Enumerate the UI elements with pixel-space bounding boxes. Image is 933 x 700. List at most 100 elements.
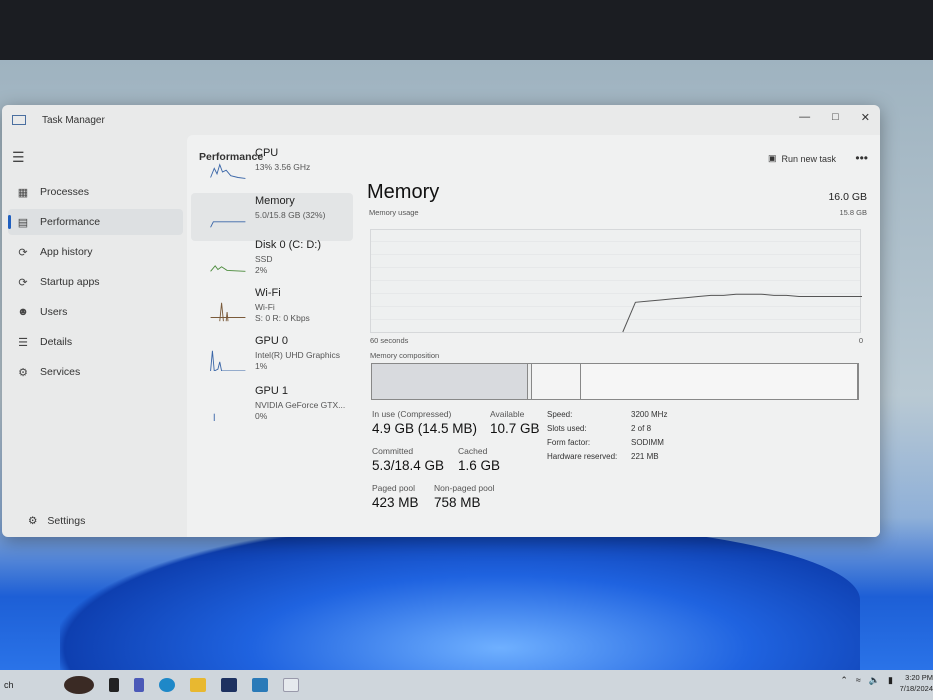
- memory-composition-bar: [371, 363, 859, 400]
- settings-label: Settings: [47, 515, 86, 527]
- run-new-task-label: Run new task: [781, 153, 836, 164]
- sidebar-item-startup-apps[interactable]: ⟳ Startup apps: [8, 269, 183, 295]
- stat-label: Available: [490, 409, 525, 419]
- chevron-up-icon[interactable]: ⌃: [840, 675, 848, 686]
- device-item-disk-0-c-d[interactable]: Disk 0 (C: D:) SSD 2%: [191, 237, 353, 285]
- device-detail-1: Intel(R) UHD Graphics: [255, 350, 341, 360]
- search-box[interactable]: ch: [4, 680, 14, 690]
- sidebar-item-label: Performance: [40, 216, 101, 228]
- history-icon: ⟳: [18, 246, 28, 259]
- taskbar: ch ⌃ ≈ 🔈 ▮ 3:20 PM 7/18/2024: [0, 670, 933, 700]
- sidebar-item-label: Processes: [40, 186, 90, 198]
- detail-row: Speed: 3200 MHz: [547, 410, 667, 419]
- device-detail-2: 0%: [255, 411, 268, 421]
- memory-total: 16.0 GB: [828, 191, 867, 203]
- device-item-gpu-1[interactable]: GPU 1 NVIDIA GeForce GTX... 0%: [191, 383, 353, 431]
- task-manager-icon: [12, 115, 26, 125]
- mail-icon[interactable]: [251, 678, 268, 692]
- sidebar-item-label: Startup apps: [40, 276, 100, 288]
- wifi-icon[interactable]: ≈: [856, 675, 861, 686]
- performance-icon: ▤: [17, 216, 29, 229]
- settings-button[interactable]: ⚙ Settings: [28, 515, 85, 527]
- teams-icon[interactable]: [133, 678, 144, 692]
- processes-icon: ▦: [17, 186, 29, 199]
- device-detail-1: NVIDIA GeForce GTX...: [255, 400, 346, 410]
- sidebar-item-label: App history: [40, 246, 93, 258]
- hamburger-menu-icon[interactable]: ☰: [12, 149, 25, 166]
- memory-usage-label: Memory usage: [369, 208, 419, 217]
- device-sparkline: [210, 265, 246, 272]
- task-manager-taskbar-icon[interactable]: [282, 678, 299, 692]
- device-name: Disk 0 (C: D:): [255, 239, 321, 251]
- device-item-cpu[interactable]: CPU 13% 3.56 GHz: [191, 145, 353, 193]
- device-item-wi-fi[interactable]: Wi-Fi Wi-Fi S: 0 R: 0 Kbps: [191, 285, 353, 333]
- device-detail-1: 13% 3.56 GHz: [255, 162, 311, 172]
- memory-usage-line: [622, 293, 862, 333]
- volume-icon[interactable]: 🔈: [869, 675, 880, 686]
- device-detail-2: 1%: [255, 361, 268, 371]
- stat-cached: Cached 1.6 GB: [458, 446, 500, 473]
- sidebar-item-details[interactable]: ☰ Details: [8, 329, 183, 355]
- title-bar[interactable]: Task Manager — □ ✕: [2, 105, 880, 135]
- device-detail-2: S: 0 R: 0 Kbps: [255, 313, 310, 323]
- sidebar-item-processes[interactable]: ▦ Processes: [8, 179, 183, 205]
- minimize-icon[interactable]: —: [799, 111, 810, 124]
- maximize-icon[interactable]: □: [832, 111, 839, 124]
- stat-label: Non-paged pool: [434, 483, 495, 493]
- device-item-gpu-0[interactable]: GPU 0 Intel(R) UHD Graphics 1%: [191, 333, 353, 381]
- run-new-task-button[interactable]: ▣ Run new task: [768, 153, 836, 164]
- details-icon: ☰: [18, 336, 28, 349]
- device-name: GPU 1: [255, 385, 289, 397]
- system-tray[interactable]: ⌃ ≈ 🔈 ▮: [840, 675, 893, 686]
- detail-row: Slots used: 2 of 8: [547, 424, 651, 433]
- device-detail-2: 2%: [255, 265, 268, 275]
- stat-label: Cached: [458, 446, 488, 456]
- stat-label: Paged pool: [372, 483, 416, 493]
- clock[interactable]: 3:20 PM 7/18/2024: [897, 672, 933, 694]
- stat-non-paged-pool: Non-paged pool 758 MB: [434, 483, 495, 510]
- device-sparkline: [210, 350, 246, 371]
- task-view-icon[interactable]: [108, 678, 119, 692]
- sidebar-item-label: Details: [40, 336, 73, 348]
- more-options-button[interactable]: •••: [855, 151, 868, 165]
- sidebar-item-app-history[interactable]: ⟳ App history: [8, 239, 183, 265]
- stat-in-use-compressed: In use (Compressed) 4.9 GB (14.5 MB): [372, 409, 477, 436]
- performance-content: Performance ▣ Run new task ••• CPU 13% 3.…: [187, 135, 880, 537]
- device-sparkline: [213, 413, 215, 421]
- composition-free: [580, 364, 858, 399]
- stat-value: 4.9 GB (14.5 MB): [372, 421, 478, 436]
- clock-time: 3:20 PM: [905, 673, 933, 682]
- sidebar-item-users[interactable]: ☻ Users: [8, 299, 183, 325]
- device-name: Wi-Fi: [255, 287, 281, 299]
- stat-value: 758 MB: [434, 495, 481, 510]
- stat-value: 423 MB: [372, 495, 419, 510]
- store-icon[interactable]: [220, 678, 237, 692]
- stat-committed: Committed 5.3/18.4 GB: [372, 446, 444, 473]
- device-item-memory[interactable]: Memory 5.0/15.8 GB (32%): [191, 193, 353, 241]
- detail-value: SODIMM: [631, 438, 664, 447]
- device-name: CPU: [255, 147, 279, 159]
- memory-usage-chart: [622, 293, 862, 333]
- device-sparkline: [210, 302, 246, 322]
- memory-title: Memory: [367, 181, 440, 203]
- widgets-icon[interactable]: [63, 676, 94, 694]
- sidebar-item-services[interactable]: ⚙ Services: [8, 359, 183, 385]
- detail-key: Slots used:: [547, 424, 587, 433]
- memory-composition-label: Memory composition: [370, 351, 440, 360]
- device-detail-1: SSD: [255, 254, 273, 264]
- detail-value: 2 of 8: [631, 424, 652, 433]
- detail-key: Hardware reserved:: [547, 452, 618, 461]
- time-axis-start: 60 seconds: [370, 336, 409, 345]
- edge-icon[interactable]: [158, 678, 175, 692]
- battery-icon[interactable]: ▮: [888, 675, 893, 686]
- stat-available: Available 10.7 GB: [490, 409, 540, 436]
- sidebar-item-label: Users: [40, 306, 68, 318]
- sidebar: ☰ ▦ Processes ▤ Performance ⟳ App history ⟳…: [2, 135, 185, 537]
- file-explorer-icon[interactable]: [189, 678, 206, 692]
- clock-date: 7/18/2024: [899, 684, 933, 693]
- sidebar-item-performance[interactable]: ▤ Performance: [8, 209, 183, 235]
- detail-value: 221 MB: [631, 452, 659, 461]
- device-sparkline: [210, 221, 246, 228]
- startup-icon: ⟳: [18, 276, 28, 289]
- close-icon[interactable]: ✕: [861, 111, 870, 124]
